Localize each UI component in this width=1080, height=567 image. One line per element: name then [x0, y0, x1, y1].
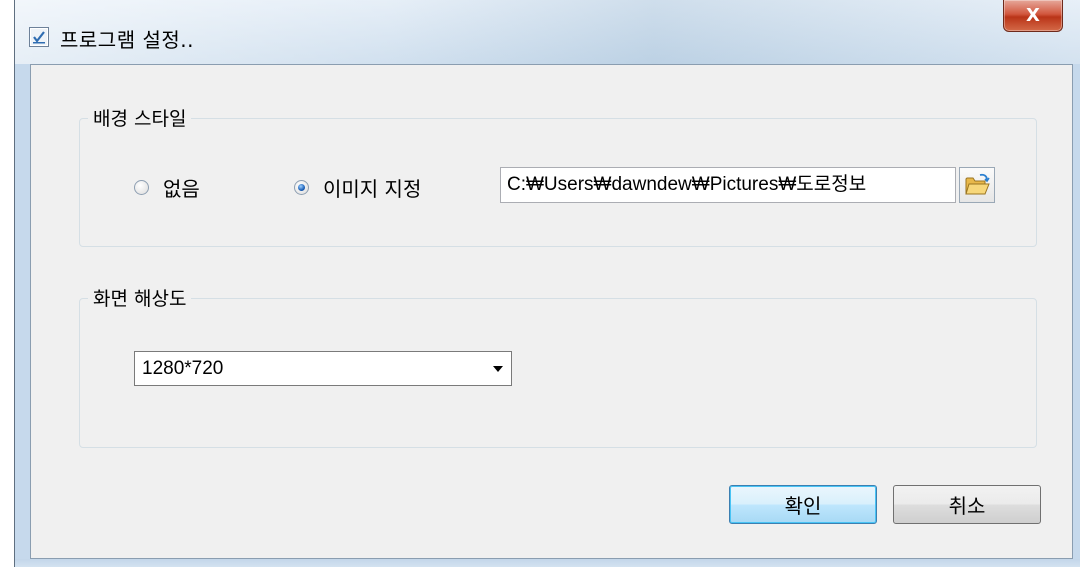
settings-dialog-window: 프로그램 설정.. X 배경 스타일 없음 이미지 지정 C:₩Users₩da…: [14, 0, 1080, 567]
image-path-field[interactable]: C:₩Users₩dawndew₩Pictures₩도로정보: [500, 167, 956, 203]
resolution-select[interactable]: 1280*720: [134, 351, 512, 386]
background-style-title: 배경 스타일: [88, 104, 192, 131]
window-bottom-frame: [15, 559, 1080, 567]
cancel-button[interactable]: 취소: [893, 485, 1041, 524]
dropdown-arrow-icon: [493, 366, 503, 372]
radio-none[interactable]: 없음: [134, 173, 200, 202]
folder-open-icon: [965, 173, 990, 195]
title-bar[interactable]: 프로그램 설정.. X: [15, 0, 1080, 64]
radio-image-circle[interactable]: [294, 180, 309, 195]
radio-none-label: 없음: [163, 177, 200, 201]
radio-none-circle[interactable]: [134, 180, 149, 195]
radio-image-label: 이미지 지정: [323, 177, 422, 201]
app-checkbox-icon: [29, 27, 49, 47]
browse-folder-button[interactable]: [959, 167, 995, 203]
window-title: 프로그램 설정..: [60, 28, 194, 52]
dialog-content: 배경 스타일 없음 이미지 지정 C:₩Users₩dawndew₩Pictur…: [30, 64, 1073, 559]
resolution-title: 화면 해상도: [88, 284, 192, 311]
close-button[interactable]: X: [1003, 0, 1063, 32]
radio-image[interactable]: 이미지 지정: [294, 173, 421, 202]
ok-button[interactable]: 확인: [729, 485, 877, 524]
resolution-selected-value: 1280*720: [142, 358, 224, 379]
